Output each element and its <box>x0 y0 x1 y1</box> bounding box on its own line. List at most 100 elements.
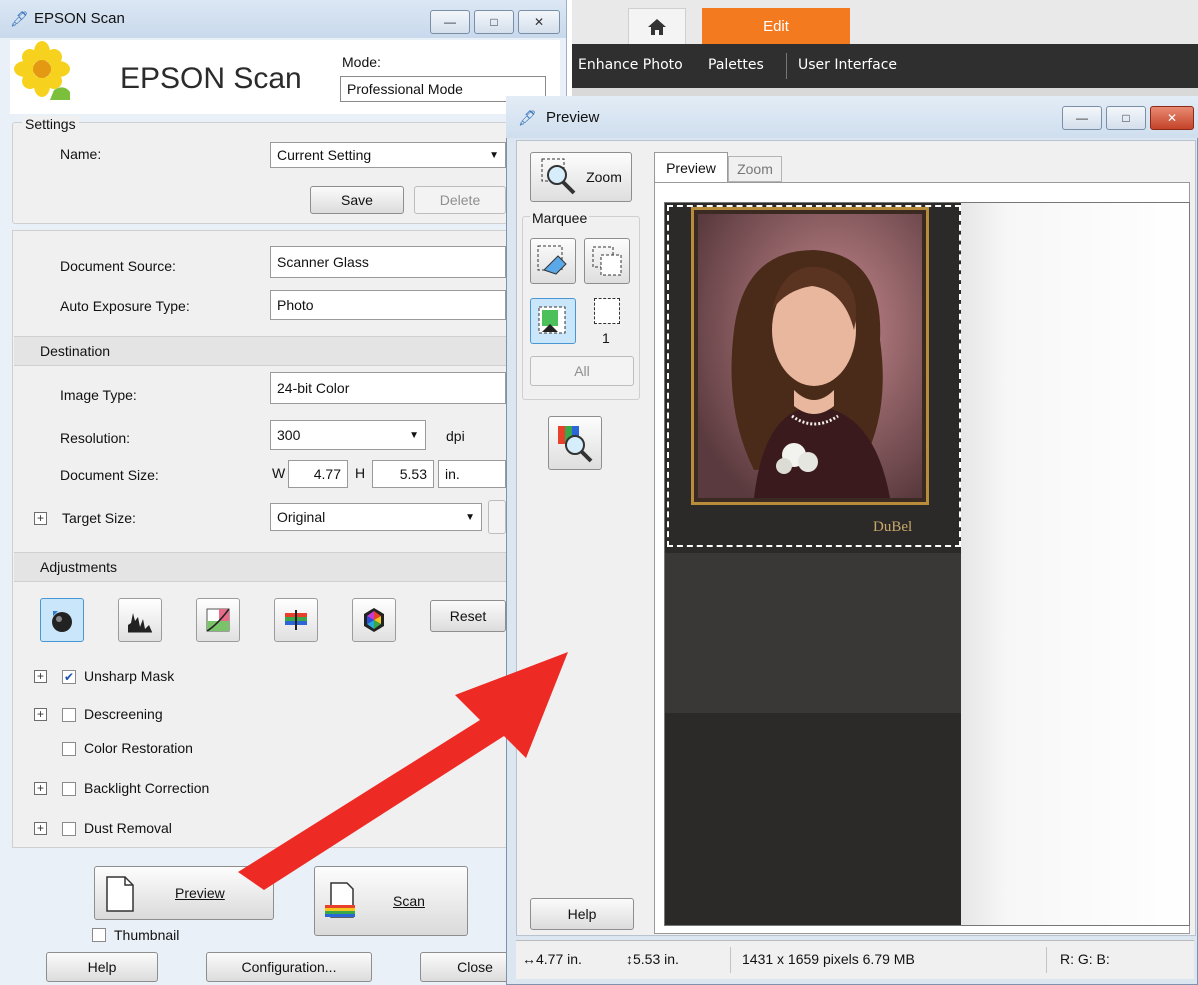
image-adjustment-button[interactable] <box>274 598 318 642</box>
height-input[interactable]: 5.53 <box>372 460 434 488</box>
height-value: 5.53 <box>399 466 427 482</box>
scanner-app-icon: 🖋 <box>10 11 30 28</box>
status-rgb: R: G: B: <box>1060 951 1110 967</box>
auto-exposure-value: Photo <box>277 297 314 313</box>
color-magnifier-icon <box>558 426 593 463</box>
color-restoration-checkbox[interactable] <box>62 742 76 756</box>
document-source-value: Scanner Glass <box>277 254 369 270</box>
dropdown-arrow-icon: ▼ <box>409 429 419 441</box>
document-size-label: Document Size: <box>60 467 159 483</box>
tab-preview[interactable]: Preview <box>654 152 728 182</box>
resolution-label: Resolution: <box>60 430 131 446</box>
epson-scan-logo: EPSON Scan <box>120 62 302 95</box>
marquee-count: 1 <box>602 330 610 346</box>
reset-button[interactable]: Reset <box>430 600 506 632</box>
thumbnail-checkbox[interactable] <box>92 928 106 942</box>
delete-button[interactable]: Delete <box>414 186 506 214</box>
resolution-select[interactable]: 300 ▼ <box>270 420 426 450</box>
marquee-copy-icon <box>592 246 622 276</box>
dust-removal-label: Dust Removal <box>84 820 172 836</box>
marquee-erase-button[interactable] <box>530 238 576 284</box>
image-type-value: 24-bit Color <box>277 380 350 396</box>
adjustments-section: Adjustments <box>14 552 506 582</box>
color-palette-button[interactable] <box>352 598 396 642</box>
color-restoration-label: Color Restoration <box>84 740 193 756</box>
marquee-indicator-icon <box>594 298 620 324</box>
target-size-expand-icon[interactable]: + <box>34 512 47 525</box>
dust-removal-checkbox[interactable] <box>62 822 76 836</box>
auto-locate-button[interactable] <box>530 298 576 344</box>
width-input[interactable]: 4.77 <box>288 460 348 488</box>
minimize-button[interactable]: — <box>430 10 470 34</box>
width-value: 4.77 <box>313 466 341 482</box>
dust-removal-expand-icon[interactable]: + <box>34 822 47 835</box>
marquee-selection[interactable] <box>667 205 961 547</box>
name-label: Name: <box>60 146 102 162</box>
unsharp-mask-checkbox[interactable]: ✔ <box>62 670 76 684</box>
home-icon <box>648 19 666 35</box>
configuration-button[interactable]: Configuration... <box>206 952 372 982</box>
size-unit-value: in. <box>445 466 460 482</box>
preview-minimize-button[interactable]: — <box>1062 106 1102 130</box>
name-select[interactable]: Current Setting ▼ <box>270 142 506 168</box>
target-size-options-button[interactable] <box>488 500 506 534</box>
menu-enhance-photo[interactable]: Enhance Photo <box>578 57 683 73</box>
document-source-select[interactable]: Scanner Glass <box>270 246 506 278</box>
marquee-duplicate-button[interactable] <box>584 238 630 284</box>
tone-correction-button[interactable] <box>196 598 240 642</box>
image-type-select[interactable]: 24-bit Color <box>270 372 506 404</box>
tab-edit[interactable]: Edit <box>702 8 850 44</box>
window-title: EPSON Scan <box>34 10 125 27</box>
scanner-app-icon: 🖋 <box>518 110 538 127</box>
magnifier-icon <box>541 158 576 195</box>
maximize-button[interactable]: □ <box>474 10 514 34</box>
preview-maximize-button[interactable]: □ <box>1106 106 1146 130</box>
menu-user-interface[interactable]: User Interface <box>798 57 897 73</box>
target-size-select[interactable]: Original ▼ <box>270 503 482 531</box>
unsharp-mask-label: Unsharp Mask <box>84 668 175 684</box>
home-button[interactable] <box>628 8 686 46</box>
select-all-button[interactable]: All <box>530 356 634 386</box>
close-window-button[interactable]: ✕ <box>518 10 560 34</box>
histogram-button[interactable] <box>118 598 162 642</box>
auto-exposure-button[interactable] <box>40 598 84 642</box>
zoom-button-label: Zoom <box>586 169 622 185</box>
preview-help-button[interactable]: Help <box>530 898 634 930</box>
preview-window-title: Preview <box>546 109 600 126</box>
auto-locate-icon <box>538 306 566 334</box>
status-pixels: 1431 x 1659 pixels 6.79 MB <box>742 951 915 967</box>
zoom-button[interactable]: Zoom <box>530 152 632 202</box>
settings-group-label: Settings <box>22 116 79 132</box>
name-value: Current Setting <box>277 147 372 163</box>
auto-exposure-select[interactable]: Photo <box>270 290 506 320</box>
preview-image-area: DuBel <box>664 202 1190 926</box>
color-wheel-icon <box>364 608 384 632</box>
descreening-expand-icon[interactable]: + <box>34 708 47 721</box>
target-size-label: Target Size: <box>62 510 136 526</box>
dropdown-arrow-icon: ▼ <box>465 511 475 523</box>
menu-palettes[interactable]: Palettes <box>708 57 764 73</box>
status-width: ↔4.77 in. <box>522 951 582 967</box>
color-magnifier-button[interactable] <box>548 416 602 470</box>
backlight-correction-expand-icon[interactable]: + <box>34 782 47 795</box>
backlight-correction-checkbox[interactable] <box>62 782 76 796</box>
resolution-value: 300 <box>277 427 301 443</box>
width-label: W <box>272 465 286 481</box>
descreening-label: Descreening <box>84 706 163 722</box>
destination-section: Destination <box>14 336 506 366</box>
auto-exposure-icon <box>52 611 72 632</box>
height-label: H <box>355 465 366 481</box>
help-button[interactable]: Help <box>46 952 158 982</box>
unsharp-mask-expand-icon[interactable]: + <box>34 670 47 683</box>
color-slider-icon <box>285 610 307 630</box>
document-source-label: Document Source: <box>60 258 176 274</box>
descreening-checkbox[interactable] <box>62 708 76 722</box>
backlight-correction-label: Backlight Correction <box>84 780 210 796</box>
save-button[interactable]: Save <box>310 186 404 214</box>
preview-button-label: Preview <box>175 885 225 901</box>
preview-close-button[interactable]: ✕ <box>1150 106 1194 130</box>
marquee-label: Marquee <box>530 210 590 226</box>
tab-zoom[interactable]: Zoom <box>728 156 782 182</box>
auto-exposure-label: Auto Exposure Type: <box>60 298 190 314</box>
size-unit-select[interactable]: in. <box>438 460 506 488</box>
